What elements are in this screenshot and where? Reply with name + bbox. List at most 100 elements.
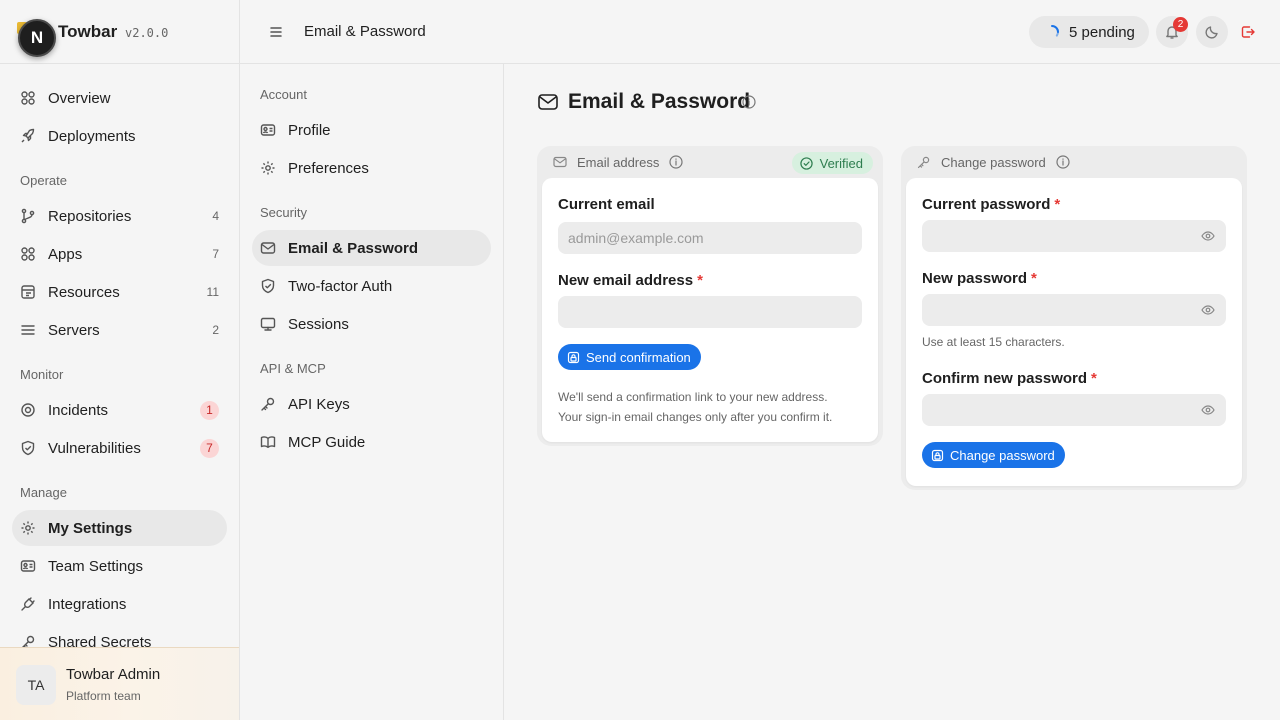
sidebar-item-label: Integrations (48, 595, 127, 613)
gear-icon (20, 520, 36, 536)
gear-icon (260, 160, 276, 176)
eye-icon[interactable] (1201, 403, 1215, 417)
sidebar-item-count: 2 (212, 323, 219, 337)
sidebar-item-integrations[interactable]: Integrations (12, 586, 227, 622)
status-label: Verified (819, 155, 863, 171)
pending-jobs-button[interactable]: 5 pending (1029, 16, 1149, 48)
theme-toggle-button[interactable] (1196, 16, 1228, 48)
email-form: Current email New email address* Send co… (542, 178, 878, 442)
current-email-label-text: Current email (558, 196, 655, 213)
sidebar-item-label: My Settings (48, 519, 133, 537)
user-card[interactable]: TA Towbar Admin Platform team (0, 647, 239, 720)
info-icon[interactable] (669, 155, 683, 169)
email-note-line-2: Your sign-in email changes only after yo… (558, 410, 833, 424)
status-badge: Verified (791, 152, 873, 174)
key-icon (260, 396, 276, 412)
monitor-icon (260, 316, 276, 332)
required-marker: * (697, 272, 703, 289)
lock-icon (931, 449, 944, 462)
subnav-item-label: Profile (288, 121, 331, 139)
card-title: Email address (577, 154, 660, 170)
subnav-item-sessions[interactable]: Sessions (252, 306, 491, 342)
current-email-input[interactable] (558, 222, 862, 254)
mail-icon (553, 155, 567, 169)
button-label: Change password (950, 447, 1055, 463)
sidebar-item-count: 4 (212, 209, 219, 223)
subnav-item-email-password[interactable]: Email & Password (252, 230, 491, 266)
sidebar-item-my-settings[interactable]: My Settings (12, 510, 227, 546)
page-title: Email & Password (568, 90, 751, 113)
new-password-input[interactable] (922, 294, 1226, 326)
sidebar: N Towbar v2.0.0 Overview Deployments Ope… (0, 0, 240, 720)
shield-check-icon (260, 278, 276, 294)
grid-icon (20, 246, 36, 262)
eye-icon[interactable] (1201, 303, 1215, 317)
rocket-icon (20, 128, 36, 144)
subnav-group-api-mcp: API & MCP (260, 361, 326, 376)
spinner-icon (1045, 25, 1059, 39)
sidebar-item-vulnerabilities[interactable]: Vulnerabilities 7 (12, 430, 227, 466)
sidebar-item-servers[interactable]: Servers 2 (12, 312, 227, 348)
card-header: Change password (917, 146, 1070, 178)
subnav-item-profile[interactable]: Profile (252, 112, 491, 148)
current-password-input[interactable] (922, 220, 1226, 252)
current-email-label: Current email (558, 196, 655, 213)
eye-icon[interactable] (1201, 229, 1215, 243)
logout-button[interactable] (1232, 16, 1264, 48)
current-password-label: Current password * (922, 196, 1060, 213)
subnav-item-label: Email & Password (288, 239, 419, 257)
brand-logo-letter: N (30, 28, 44, 47)
lock-icon (567, 351, 580, 364)
subnav-item-label: Preferences (288, 159, 369, 177)
required-marker: * (1031, 270, 1037, 287)
avatar: TA (16, 665, 56, 705)
sidebar-item-resources[interactable]: Resources 11 (12, 274, 227, 310)
settings-subnav: Account Profile Preferences Security Ema… (240, 64, 504, 720)
brand-version: v2.0.0 (125, 26, 169, 40)
brand-logo-avatar[interactable]: N (18, 19, 56, 57)
vulnerabilities-badge: 7 (200, 438, 219, 458)
button-label: Send confirmation (586, 349, 691, 365)
brand-name[interactable]: Towbar (58, 22, 117, 42)
subnav-item-two-factor[interactable]: Two-factor Auth (252, 268, 491, 304)
info-icon[interactable] (1056, 155, 1070, 169)
required-marker: * (1091, 370, 1097, 387)
sidebar-item-apps[interactable]: Apps 7 (12, 236, 227, 272)
sidebar-item-overview[interactable]: Overview (12, 80, 227, 116)
subnav-item-api-keys[interactable]: API Keys (252, 386, 491, 422)
mail-icon (537, 91, 559, 113)
new-email-label: New email address * (558, 272, 703, 289)
sidebar-item-label: Resources (48, 283, 120, 301)
top-header: Email & Password 5 pending 2 (240, 0, 1280, 64)
sidebar-item-team-settings[interactable]: Team Settings (12, 548, 227, 584)
info-icon[interactable] (742, 95, 756, 109)
sidebar-item-repositories[interactable]: Repositories 4 (12, 198, 227, 234)
subnav-item-mcp-guide[interactable]: MCP Guide (252, 424, 491, 460)
book-icon (260, 434, 276, 450)
subnav-item-label: API Keys (288, 395, 350, 413)
sidebar-item-deployments[interactable]: Deployments (12, 118, 227, 154)
header-title: Email & Password (304, 23, 426, 40)
subnav-item-label: Sessions (288, 315, 349, 333)
card-title: Change password (941, 154, 1046, 170)
brand-bar: N Towbar v2.0.0 (0, 0, 239, 64)
sidebar-group-operate: Operate (20, 173, 67, 188)
required-marker: * (1054, 196, 1061, 213)
notifications-button[interactable]: 2 (1156, 16, 1188, 48)
subnav-item-preferences[interactable]: Preferences (252, 150, 491, 186)
subnav-item-label: Two-factor Auth (288, 277, 393, 295)
confirm-password-input[interactable] (922, 394, 1226, 426)
email-note-line-1: We'll send a confirmation link to your n… (558, 390, 828, 404)
sidebar-item-label: Repositories (48, 207, 132, 225)
new-email-input[interactable] (558, 296, 862, 328)
sidebar-item-incidents[interactable]: Incidents 1 (12, 392, 227, 428)
sidebar-item-label: Team Settings (48, 557, 144, 575)
mail-icon (260, 240, 276, 256)
new-password-label-text: New password (922, 270, 1028, 287)
hamburger-menu-icon[interactable] (268, 24, 284, 40)
send-confirmation-button[interactable]: Send confirmation (558, 344, 701, 370)
incidents-badge: 1 (200, 400, 219, 420)
change-password-button[interactable]: Change password (922, 442, 1065, 468)
email-change-note: We'll send a confirmation link to your n… (558, 387, 832, 427)
git-branch-icon (20, 208, 36, 224)
